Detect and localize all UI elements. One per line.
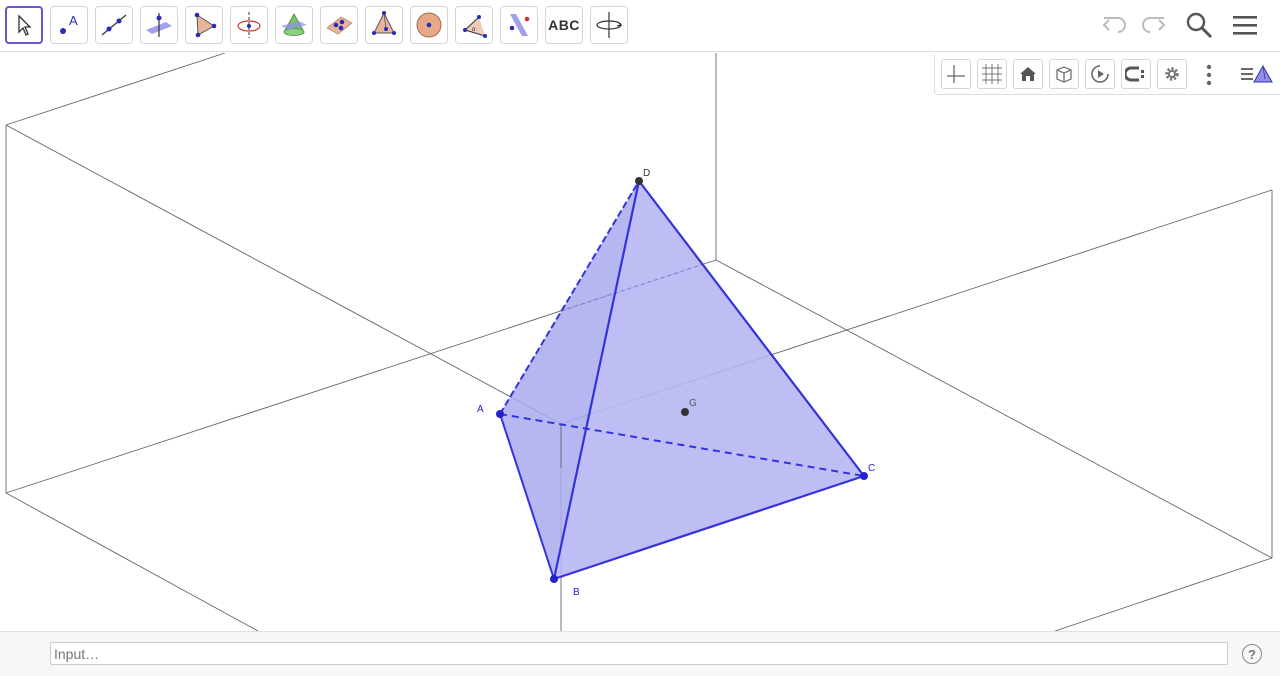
graphics-style-toggle[interactable] — [1239, 60, 1275, 90]
standard-view-button[interactable] — [1013, 59, 1043, 89]
angle-icon: α — [463, 15, 487, 38]
graphics-3d-view[interactable]: A B C D G — [0, 53, 1280, 631]
point-b[interactable] — [550, 575, 558, 583]
redo-button[interactable] — [1136, 8, 1170, 42]
pyramid-tool-button[interactable] — [365, 6, 403, 44]
plane-through-points-icon — [326, 16, 353, 35]
scene-svg: A B C D G — [5, 53, 1273, 631]
text-tool-label: ABC — [548, 17, 580, 33]
intersect-surfaces-tool-button[interactable] — [275, 6, 313, 44]
algebra-input-bar: ? — [0, 631, 1280, 676]
home-icon — [1020, 67, 1036, 81]
reflect-tool-button[interactable] — [500, 6, 538, 44]
line-tool-button[interactable] — [95, 6, 133, 44]
move-tool-button[interactable] — [5, 6, 43, 44]
more-options-button[interactable] — [1199, 61, 1219, 89]
move-arrow-icon — [18, 14, 32, 36]
circle-axis-tool-button[interactable] — [230, 6, 268, 44]
show-grid-button[interactable] — [977, 59, 1007, 89]
triangle-icon — [194, 12, 217, 38]
rotate-view-tool-button[interactable] — [590, 6, 628, 44]
view-direction-button[interactable] — [1049, 59, 1079, 89]
undo-button[interactable] — [1098, 8, 1132, 42]
more-vertical-icon — [1206, 64, 1212, 86]
angle-tool-button[interactable]: α — [455, 6, 493, 44]
cone-icon — [281, 13, 307, 36]
rotate-view-button[interactable] — [1085, 59, 1115, 89]
input-help-button[interactable]: ? — [1242, 644, 1262, 664]
settings-button[interactable] — [1157, 59, 1187, 89]
rotate-3d-view-icon — [596, 12, 623, 38]
point-tool-glyph: A — [69, 13, 78, 28]
plane-tool-button[interactable] — [320, 6, 358, 44]
axes-icon — [947, 65, 965, 83]
circle-around-axis-icon — [237, 12, 261, 38]
algebra-input-field[interactable] — [50, 642, 1228, 665]
show-axes-button[interactable] — [941, 59, 971, 89]
face-bcd — [554, 181, 864, 579]
redo-icon — [1142, 17, 1166, 33]
rotate-icon — [1091, 65, 1109, 83]
label-g: G — [689, 398, 697, 409]
undo-icon — [1102, 17, 1126, 33]
point-g[interactable] — [681, 408, 689, 416]
point-a[interactable] — [496, 410, 504, 418]
perpendicular-line-tool-button[interactable] — [140, 6, 178, 44]
label-a: A — [477, 404, 484, 415]
graphics-style-icon — [1241, 64, 1273, 83]
sphere-tool-button[interactable] — [410, 6, 448, 44]
view-style-bar — [934, 55, 1280, 95]
main-toolbar: A α ABC — [0, 0, 1280, 52]
point-c[interactable] — [860, 472, 868, 480]
main-menu-button[interactable] — [1228, 8, 1262, 42]
grid-icon — [982, 64, 1002, 84]
gear-icon — [1165, 67, 1179, 81]
search-button[interactable] — [1182, 8, 1216, 42]
line-through-two-points-icon — [101, 14, 127, 36]
clipping-button[interactable] — [1121, 59, 1151, 89]
svg-text:α: α — [472, 27, 476, 33]
help-icon: ? — [1248, 646, 1256, 662]
point-tool-button[interactable]: A — [50, 6, 88, 44]
sphere-icon — [416, 12, 442, 38]
search-icon — [1186, 12, 1213, 39]
perpendicular-line-icon — [146, 13, 172, 37]
cube-icon — [1056, 66, 1072, 83]
label-d: D — [643, 168, 650, 179]
clipping-icon — [1125, 66, 1144, 82]
pyramid-icon — [372, 11, 396, 35]
menu-icon — [1233, 16, 1257, 35]
point-d[interactable] — [635, 177, 643, 185]
tetrahedron — [499, 180, 865, 581]
reflect-about-plane-icon — [509, 14, 530, 36]
point-icon: A — [60, 13, 78, 34]
label-c: C — [868, 463, 875, 474]
text-tool-button[interactable]: ABC — [545, 6, 583, 44]
polygon-tool-button[interactable] — [185, 6, 223, 44]
label-b: B — [573, 587, 580, 598]
